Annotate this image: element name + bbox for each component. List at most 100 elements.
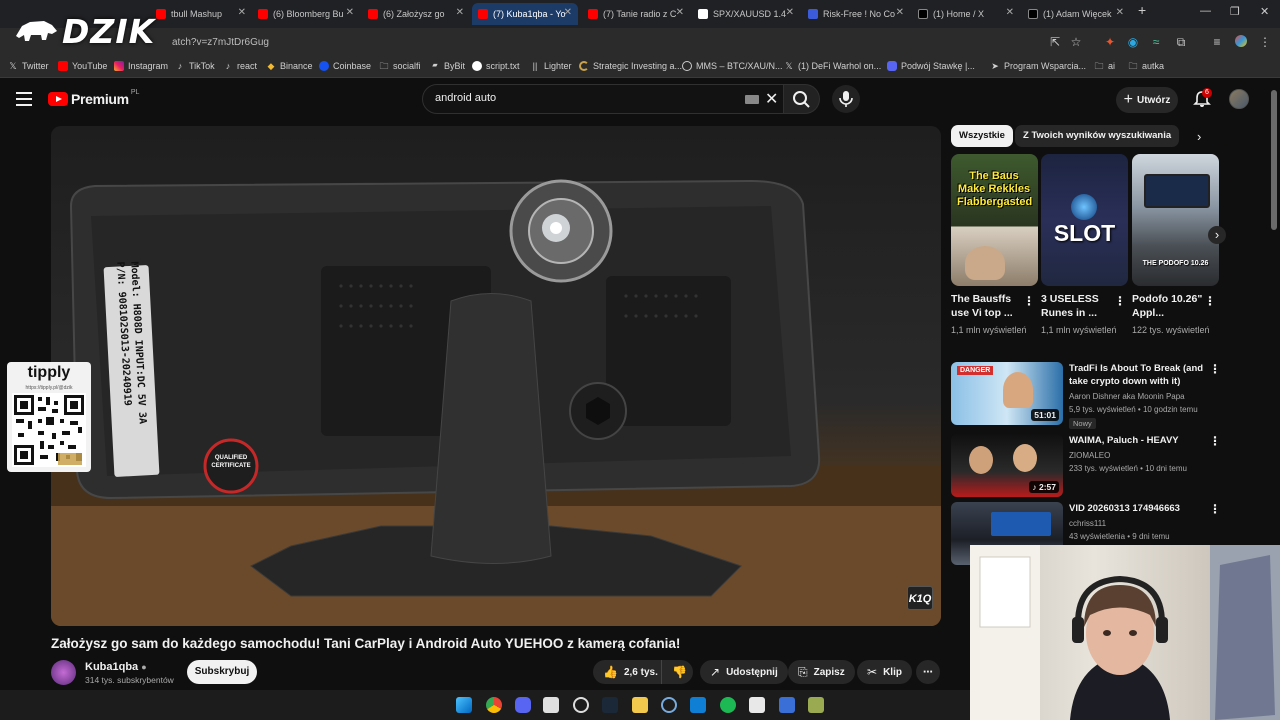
more-vertical-icon[interactable]: ⋮ [1209,434,1221,448]
extension-icon[interactable]: ✦ [1103,35,1117,49]
browser-menu-icon[interactable]: ⋮ [1258,35,1272,49]
bookmark-item[interactable]: ♪ react [223,61,257,71]
install-app-icon[interactable]: ⇱ [1048,35,1062,49]
more-vertical-icon[interactable]: ⋮ [1209,502,1221,516]
video-thumbnail[interactable]: ♪ 2:57 [951,434,1063,497]
video-title-link[interactable]: VID 20260313 174946663 [1069,502,1205,515]
steam-icon[interactable] [602,697,618,713]
profile-icon[interactable] [1234,35,1248,49]
bookmark-item[interactable]: Strategic Investing a... [579,61,682,71]
extension-icon[interactable]: ≈ [1149,35,1163,49]
browser-tab[interactable]: (7) Tanie radio z C ✕ [582,3,690,25]
bookmark-item[interactable]: Instagram [114,61,168,71]
subscribe-button[interactable]: Subskrybuj [187,660,257,684]
app-icon[interactable] [661,697,677,713]
extension-icon[interactable]: ◉ [1126,35,1140,49]
bookmark-item[interactable]: Coinbase [319,61,371,71]
new-tab-icon[interactable]: + [1138,2,1146,18]
youtube-premium-logo[interactable]: Premium PL [48,89,139,107]
bookmark-item[interactable]: MMS – BTC/XAU/N... [682,61,783,71]
windows-start-icon[interactable] [456,697,472,713]
browser-tab[interactable]: tbull Mashup ✕ [150,3,252,25]
channel-name[interactable]: Kuba1qba ● [85,661,147,673]
close-tab-icon[interactable]: ✕ [896,7,904,18]
url-field[interactable]: atch?v=z7mJtDr6Gug [172,37,269,48]
chip-from-search[interactable]: Z Twoich wyników wyszukiwania [1015,125,1180,147]
discord-icon[interactable] [515,697,531,713]
bookmark-star-icon[interactable]: ☆ [1069,35,1083,49]
bookmark-folder[interactable]: 🗀 socialfi [379,61,420,71]
like-button[interactable]: 👍 2,6 tys. [593,660,668,684]
share-button[interactable]: ↗ Udostępnij [700,660,788,684]
spotify-icon[interactable] [720,697,736,713]
close-tab-icon[interactable]: ✕ [346,7,354,18]
voice-search-button[interactable] [832,85,860,113]
scrollbar-thumb[interactable] [1271,90,1277,230]
shorts-next-icon[interactable]: › [1208,226,1226,244]
video-thumbnail[interactable]: DANGER 51:01 [951,362,1063,425]
restore-icon[interactable]: ❐ [1230,5,1240,18]
chips-next-icon[interactable]: › [1197,129,1201,144]
chrome-icon[interactable] [486,697,502,713]
bookmark-item[interactable]: ♪ TikTok [175,61,215,71]
more-vertical-icon[interactable]: ⋮ [1204,294,1216,308]
dislike-button[interactable]: 👎 [661,660,693,684]
more-actions-button[interactable]: ⋯ [916,660,940,684]
video-title-link[interactable]: WAIMA, Paluch - HEAVY [1069,434,1205,447]
bookmark-folder[interactable]: 🗀 autka [1128,61,1164,71]
video-channel[interactable]: cchriss111 [1069,517,1106,530]
close-tab-icon[interactable]: ✕ [786,7,794,18]
browser-tab[interactable]: (6) Bloomberg Bu ✕ [252,3,360,25]
more-vertical-icon[interactable]: ⋮ [1023,294,1035,308]
browser-tab[interactable]: (1) Adam Więcek ✕ [1022,3,1130,25]
app-icon[interactable] [543,697,559,713]
app-icon[interactable] [779,697,795,713]
create-button[interactable]: + Utwórz [1116,87,1178,113]
clip-button[interactable]: ✂ Klip [857,660,912,684]
bookmark-item[interactable]: ➤ Program Wsparcia... [990,61,1086,71]
short-title[interactable]: 3 USELESS Runes in ... [1041,292,1113,320]
extensions-puzzle-icon[interactable]: ⧉ [1174,35,1188,49]
short-thumbnail[interactable]: THE PODOFO 10.26 [1132,154,1219,286]
close-tab-icon[interactable]: ✕ [238,7,246,18]
bookmark-item[interactable]: YouTube [58,61,107,71]
browser-tab[interactable]: Risk-Free ! No Co ✕ [802,3,910,25]
short-thumbnail[interactable]: SLOT [1041,154,1128,286]
browser-tab[interactable]: (6) Założysz go ✕ [362,3,470,25]
channel-avatar[interactable] [51,660,76,685]
short-title[interactable]: Podofo 10.26" Appl... [1132,292,1204,320]
app-icon[interactable] [749,697,765,713]
bookmark-item[interactable]: 𝕏 Twitter [8,61,48,71]
close-tab-icon[interactable]: ✕ [456,7,464,18]
keyboard-icon[interactable] [745,95,759,104]
short-thumbnail[interactable]: The Baus Make Rekkles Flabbergasted [951,154,1038,286]
hamburger-menu-icon[interactable] [16,92,32,106]
close-window-icon[interactable]: ✕ [1260,5,1269,18]
minimize-icon[interactable]: — [1200,5,1211,17]
bookmark-item[interactable]: script.txt [472,61,520,71]
bookmark-item[interactable]: Podwój Stawkę |... [887,61,975,71]
search-button[interactable] [784,84,820,114]
bookmark-folder[interactable]: 🗀 ai [1094,61,1115,71]
more-vertical-icon[interactable]: ⋮ [1209,362,1221,376]
app-icon[interactable] [690,697,706,713]
browser-tab[interactable]: (1) Home / X ✕ [912,3,1020,25]
chip-all[interactable]: Wszystkie [951,125,1013,147]
close-tab-icon[interactable]: ✕ [1006,7,1014,18]
video-title-link[interactable]: TradFi Is About To Break (and take crypt… [1069,362,1205,388]
account-avatar[interactable] [1229,89,1249,109]
video-channel[interactable]: ZIOMALEO [1069,449,1110,462]
channel-watermark[interactable]: K1Q [907,586,933,610]
browser-tab-active[interactable]: (7) Kuba1qba - Yo ✕ [472,3,578,25]
close-tab-icon[interactable]: ✕ [1116,7,1124,18]
video-channel[interactable]: Aaron Dishner aka Moonin Papa [1069,390,1185,403]
file-explorer-icon[interactable] [632,697,648,713]
close-tab-icon[interactable]: ✕ [564,7,572,18]
bookmark-item[interactable]: ▰ ByBit [430,61,465,71]
close-tab-icon[interactable]: ✕ [676,7,684,18]
bookmark-item[interactable]: 𝕏 (1) DeFi Warhol on... [784,61,881,71]
more-vertical-icon[interactable]: ⋮ [1114,294,1126,308]
app-icon[interactable] [808,697,824,713]
browser-tab[interactable]: SPX/XAUUSD 1.4 ✕ [692,3,800,25]
obs-icon[interactable] [573,697,589,713]
